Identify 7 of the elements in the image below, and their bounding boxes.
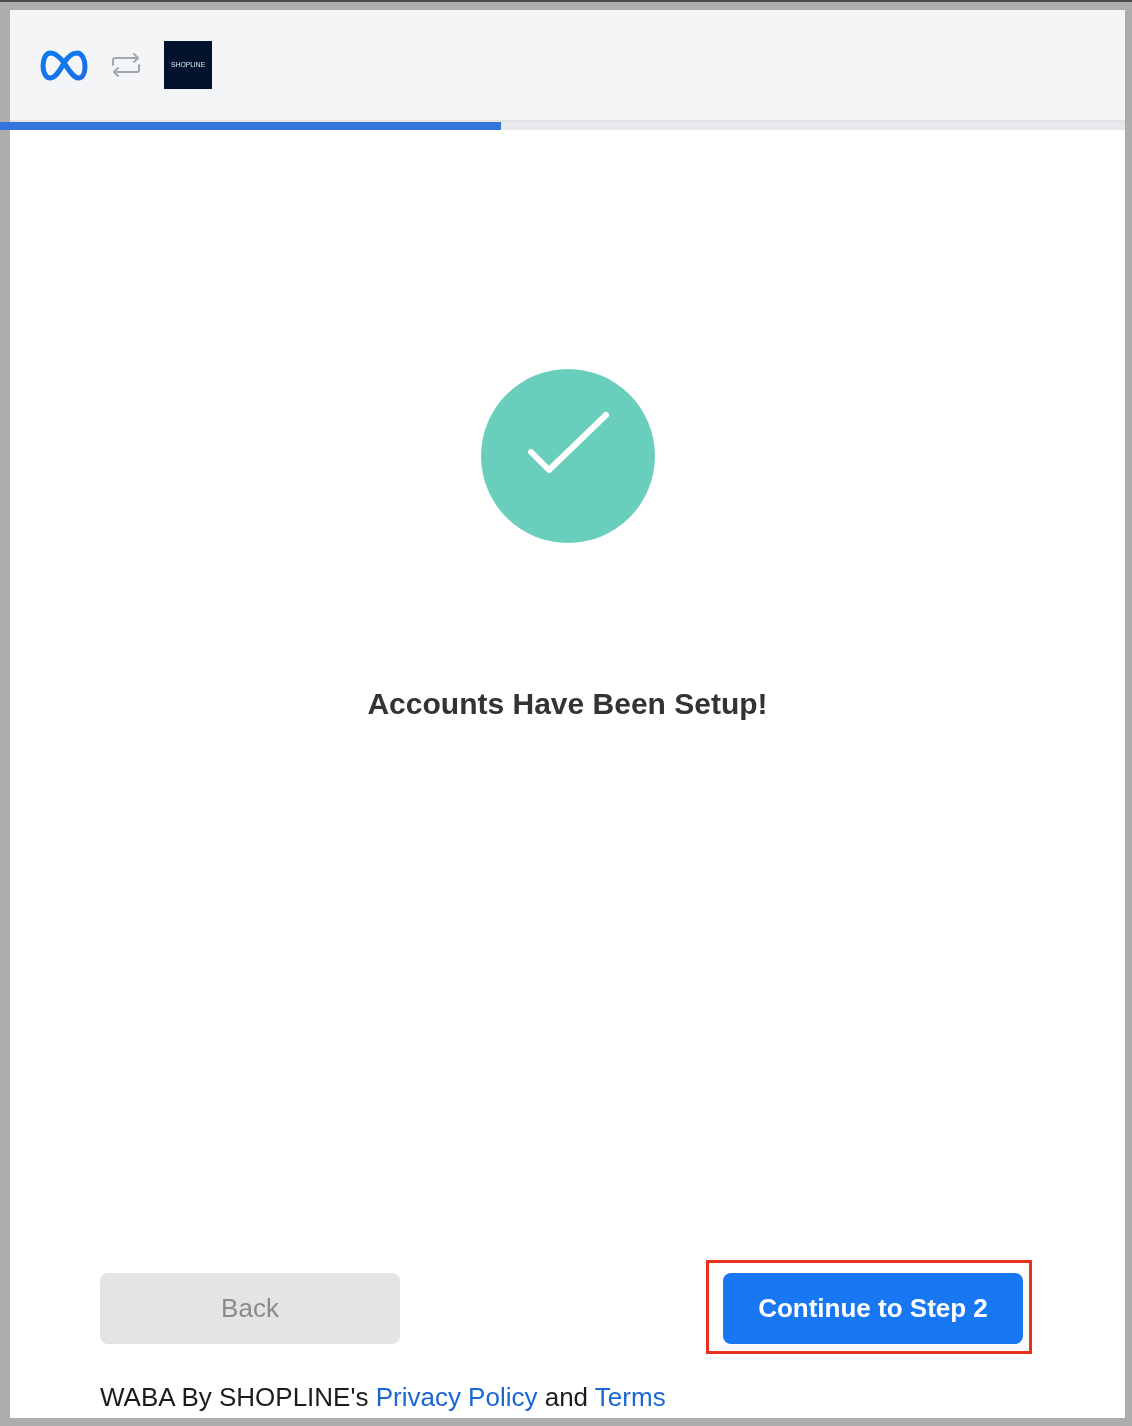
- infinity-logo: [40, 49, 88, 81]
- continue-button[interactable]: Continue to Step 2: [723, 1273, 1023, 1344]
- result-heading: Accounts Have Been Setup!: [367, 687, 768, 721]
- footer-notice: WABA By SHOPLINE's Privacy Policy and Terms: [100, 1382, 666, 1412]
- swap-arrows-icon: [111, 53, 141, 77]
- policy-link[interactable]: Terms: [594, 1382, 666, 1412]
- policy-link[interactable]: Privacy Policy: [375, 1382, 538, 1412]
